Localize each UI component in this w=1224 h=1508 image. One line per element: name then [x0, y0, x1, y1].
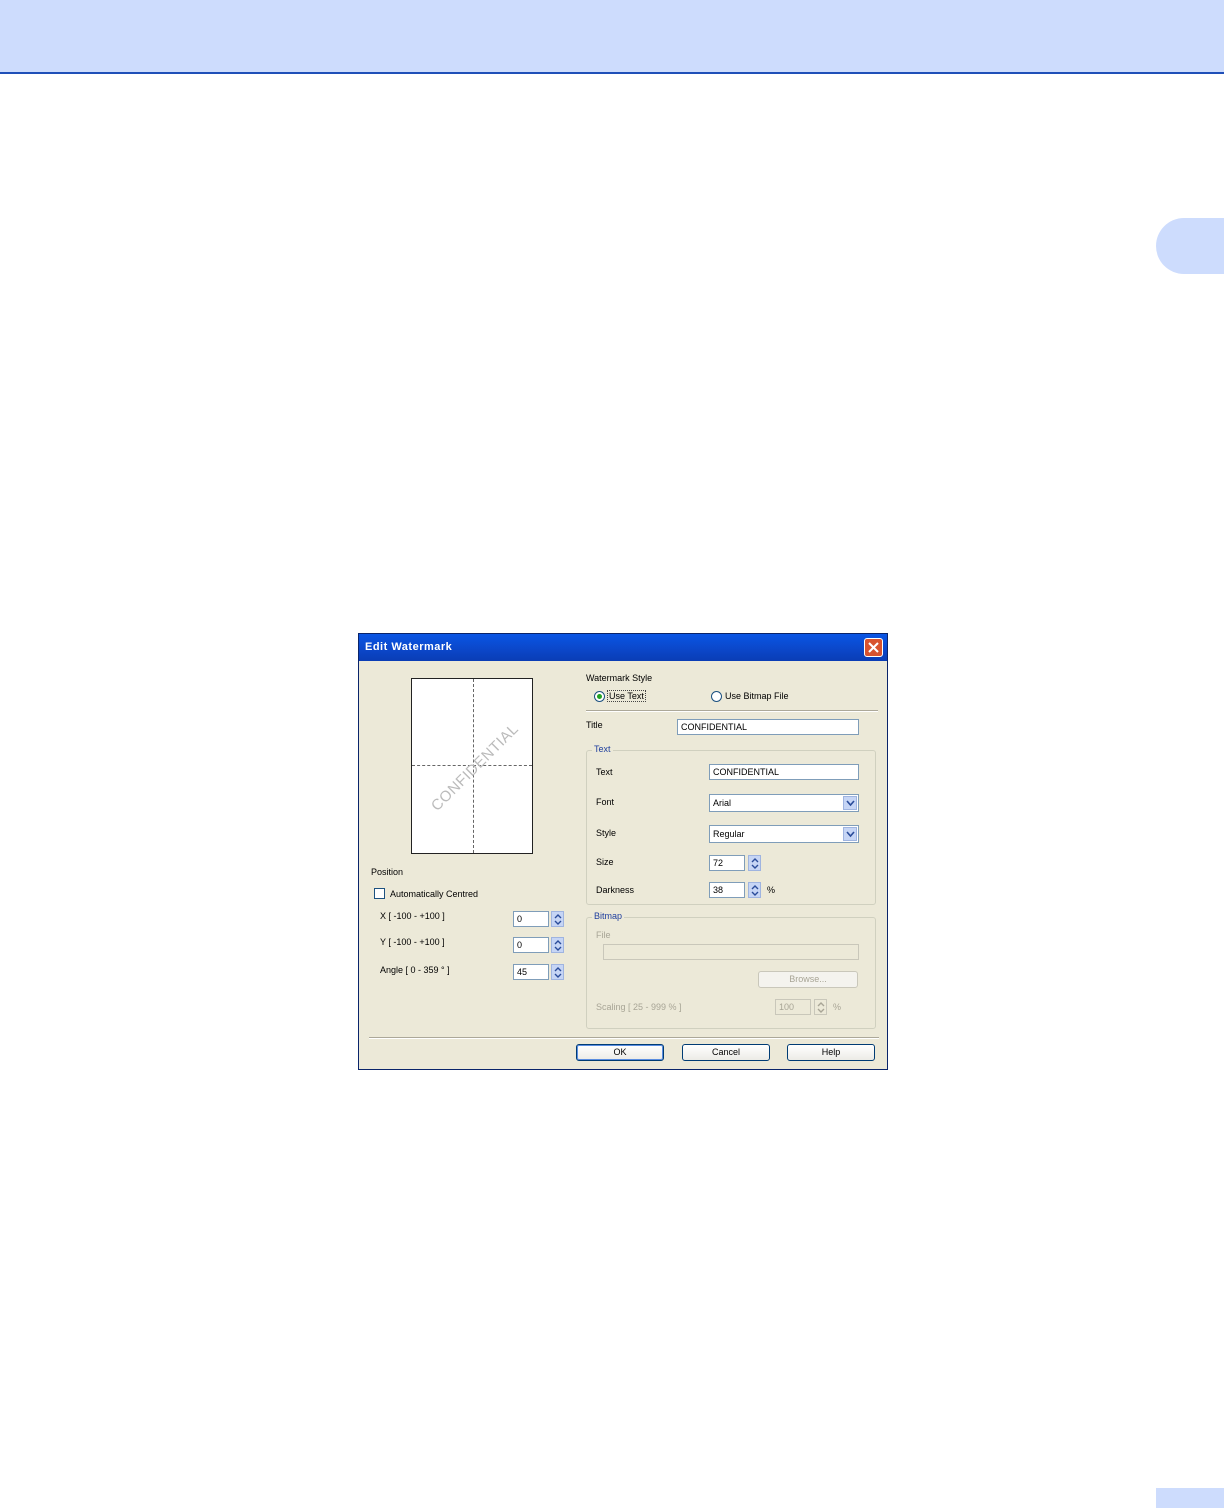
style-label: Style	[596, 828, 617, 838]
style-separator	[586, 710, 878, 712]
title-input[interactable]: CONFIDENTIAL	[677, 719, 859, 735]
darkness-unit: %	[767, 885, 776, 895]
use-bitmap-label[interactable]: Use Bitmap File	[725, 691, 789, 701]
size-label: Size	[596, 857, 614, 867]
size-spinner[interactable]	[748, 855, 761, 871]
angle-spinner[interactable]	[551, 964, 564, 980]
scaling-label: Scaling [ 25 - 999 % ]	[596, 1002, 682, 1012]
file-input[interactable]	[603, 944, 859, 960]
angle-input[interactable]: 45	[513, 964, 549, 980]
darkness-spinner[interactable]	[748, 882, 761, 898]
cancel-button[interactable]: Cancel	[682, 1044, 770, 1061]
watermark-style-heading: Watermark Style	[586, 673, 653, 683]
page-header-band	[0, 0, 1224, 72]
ok-button[interactable]: OK	[576, 1044, 664, 1061]
spinner-arrows-icon	[554, 914, 562, 925]
scaling-input[interactable]: 100	[775, 999, 811, 1015]
scaling-spinner[interactable]	[814, 999, 827, 1015]
edit-watermark-dialog: Edit Watermark CONFIDENTIAL Position Aut…	[358, 633, 888, 1070]
page-header-line	[0, 72, 1224, 74]
auto-centred-checkbox[interactable]	[374, 888, 385, 899]
style-select[interactable]: Regular	[709, 825, 859, 843]
close-icon	[868, 642, 879, 653]
chevron-down-icon	[846, 831, 855, 838]
text-label: Text	[596, 767, 613, 777]
use-text-radio[interactable]	[594, 691, 605, 702]
browse-button[interactable]: Browse...	[758, 971, 858, 988]
watermark-preview: CONFIDENTIAL	[411, 678, 533, 854]
spinner-arrows-icon	[817, 1002, 825, 1013]
chevron-down-icon	[846, 800, 855, 807]
text-input[interactable]: CONFIDENTIAL	[709, 764, 859, 780]
scaling-unit: %	[833, 1002, 842, 1012]
darkness-input[interactable]: 38	[709, 882, 745, 898]
x-input[interactable]: 0	[513, 911, 549, 927]
font-label: Font	[596, 797, 615, 807]
y-spinner[interactable]	[551, 937, 564, 953]
text-group-heading: Text	[592, 744, 613, 754]
style-value: Regular	[713, 829, 745, 839]
dialog-titlebar: Edit Watermark	[359, 634, 887, 661]
spinner-arrows-icon	[554, 940, 562, 951]
darkness-label: Darkness	[596, 885, 635, 895]
use-text-label[interactable]: Use Text	[607, 690, 646, 702]
y-input[interactable]: 0	[513, 937, 549, 953]
style-dropdown-button[interactable]	[843, 827, 857, 841]
spinner-arrows-icon	[554, 967, 562, 978]
font-dropdown-button[interactable]	[843, 796, 857, 810]
page-number-tab	[1156, 1488, 1224, 1508]
font-value: Arial	[713, 798, 732, 808]
use-bitmap-radio[interactable]	[711, 691, 722, 702]
file-label: File	[596, 930, 611, 940]
dialog-title: Edit Watermark	[365, 641, 453, 653]
title-label: Title	[586, 720, 603, 730]
position-heading: Position	[371, 867, 404, 877]
preview-watermark-text: CONFIDENTIAL	[427, 720, 523, 815]
spinner-arrows-icon	[751, 858, 759, 869]
x-spinner[interactable]	[551, 911, 564, 927]
close-button[interactable]	[864, 638, 883, 657]
chapter-tab	[1156, 218, 1224, 274]
x-label: X [ -100 - +100 ]	[380, 911, 445, 921]
angle-label: Angle [ 0 - 359 ° ]	[380, 965, 450, 975]
help-button[interactable]: Help	[787, 1044, 875, 1061]
bitmap-group-heading: Bitmap	[592, 911, 625, 921]
y-label: Y [ -100 - +100 ]	[380, 937, 445, 947]
radio-selected-dot	[597, 694, 602, 699]
font-select[interactable]: Arial	[709, 794, 859, 812]
spinner-arrows-icon	[751, 885, 759, 896]
auto-centred-label[interactable]: Automatically Centred	[390, 889, 478, 899]
bottom-separator	[369, 1037, 879, 1039]
size-input[interactable]: 72	[709, 855, 745, 871]
